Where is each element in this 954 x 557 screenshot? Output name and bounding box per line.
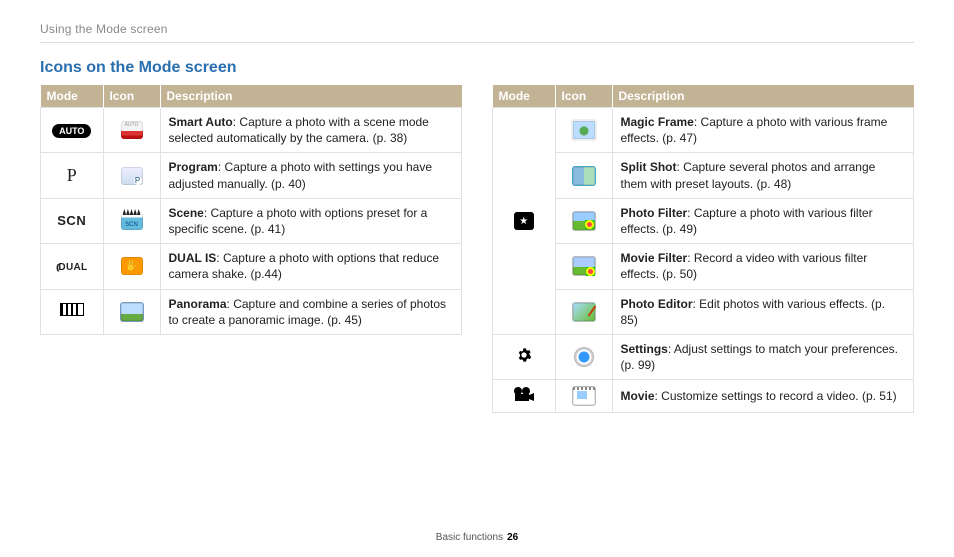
movie-filter-icon bbox=[572, 256, 596, 276]
magic-mode-icon: ★ bbox=[514, 212, 534, 230]
photo-filter-icon bbox=[572, 211, 596, 231]
col-desc: Description bbox=[160, 85, 462, 108]
mode-table-left: Mode Icon Description AUTO Smart Auto: C… bbox=[40, 85, 462, 335]
split-shot-icon bbox=[572, 166, 596, 186]
desc-cell: DUAL IS: Capture a photo with options th… bbox=[160, 244, 462, 289]
panorama-mode-icon bbox=[60, 303, 84, 316]
desc-cell: Photo Filter: Capture a photo with vario… bbox=[612, 198, 914, 243]
breadcrumb: Using the Mode screen bbox=[40, 22, 914, 36]
page-footer: Basic functions26 bbox=[0, 532, 954, 543]
scene-icon bbox=[121, 212, 143, 230]
table-row: Settings: Adjust settings to match your … bbox=[493, 334, 914, 379]
table-row: SCN Scene: Capture a photo with options … bbox=[41, 198, 462, 243]
table-row: ★ Magic Frame: Capture a photo with vari… bbox=[493, 108, 914, 153]
col-mode: Mode bbox=[41, 85, 104, 108]
table-row: Photo Filter: Capture a photo with vario… bbox=[493, 198, 914, 243]
magic-frame-icon bbox=[571, 119, 597, 141]
movie-mode-icon bbox=[513, 386, 535, 402]
table-row: Split Shot: Capture several photos and a… bbox=[493, 153, 914, 198]
panorama-icon bbox=[120, 302, 144, 322]
table-row: DUAL ✋ DUAL IS: Capture a photo with opt… bbox=[41, 244, 462, 289]
desc-cell: Scene: Capture a photo with options pres… bbox=[160, 198, 462, 243]
desc-cell: Smart Auto: Capture a photo with a scene… bbox=[160, 108, 462, 153]
table-row: Panorama: Capture and combine a series o… bbox=[41, 289, 462, 334]
movie-icon bbox=[572, 386, 596, 406]
col-mode: Mode bbox=[493, 85, 556, 108]
desc-cell: Split Shot: Capture several photos and a… bbox=[612, 153, 914, 198]
col-icon: Icon bbox=[103, 85, 160, 108]
smart-auto-icon bbox=[121, 121, 143, 139]
settings-icon bbox=[574, 347, 594, 367]
dual-is-icon: ✋ bbox=[121, 257, 143, 275]
auto-mode-icon: AUTO bbox=[52, 124, 91, 138]
desc-cell: Program: Capture a photo with settings y… bbox=[160, 153, 462, 198]
section-title: Icons on the Mode screen bbox=[40, 59, 914, 77]
table-row: AUTO Smart Auto: Capture a photo with a … bbox=[41, 108, 462, 153]
divider bbox=[40, 42, 914, 43]
col-icon: Icon bbox=[555, 85, 612, 108]
program-icon bbox=[121, 167, 143, 185]
table-row: Photo Editor: Edit photos with various e… bbox=[493, 289, 914, 334]
settings-mode-icon bbox=[516, 347, 532, 363]
desc-cell: Photo Editor: Edit photos with various e… bbox=[612, 289, 914, 334]
col-desc: Description bbox=[612, 85, 914, 108]
scene-mode-icon: SCN bbox=[57, 212, 86, 230]
table-row: P Program: Capture a photo with settings… bbox=[41, 153, 462, 198]
desc-cell: Magic Frame: Capture a photo with variou… bbox=[612, 108, 914, 153]
program-mode-icon: P bbox=[67, 163, 77, 187]
desc-cell: Settings: Adjust settings to match your … bbox=[612, 334, 914, 379]
table-row: Movie: Customize settings to record a vi… bbox=[493, 380, 914, 413]
table-row: Movie Filter: Record a video with variou… bbox=[493, 244, 914, 289]
photo-editor-icon bbox=[572, 302, 596, 322]
desc-cell: Movie Filter: Record a video with variou… bbox=[612, 244, 914, 289]
dual-is-mode-icon: DUAL bbox=[56, 261, 87, 275]
mode-table-right: Mode Icon Description ★ Magic Frame: Cap… bbox=[492, 85, 914, 413]
desc-cell: Movie: Customize settings to record a vi… bbox=[612, 380, 914, 413]
desc-cell: Panorama: Capture and combine a series o… bbox=[160, 289, 462, 334]
